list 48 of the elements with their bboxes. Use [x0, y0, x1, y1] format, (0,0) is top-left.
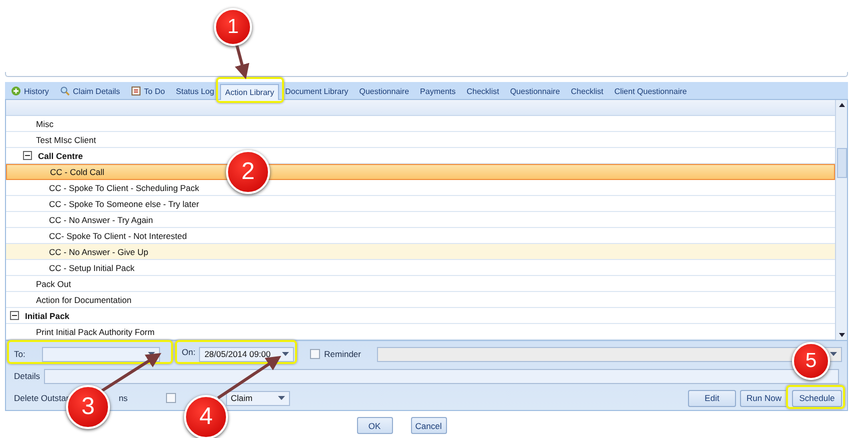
tab[interactable]: Questionnaire	[505, 82, 565, 98]
search-icon	[60, 86, 70, 96]
tree-group-row[interactable]: Initial Pack	[6, 308, 835, 324]
reminder-label: Reminder	[324, 349, 361, 359]
plus-icon	[11, 86, 21, 96]
action-button[interactable]: Run Now	[740, 390, 788, 406]
tab[interactable]: Action Library	[220, 84, 280, 100]
dialog-button[interactable]: OK	[356, 417, 392, 434]
dialog-button[interactable]: Cancel	[410, 417, 446, 434]
tab[interactable]: Payments	[415, 82, 461, 98]
caret-icon	[278, 396, 285, 400]
date-combo[interactable]: 28/05/2014 09:00	[199, 346, 294, 362]
tab[interactable]: Document Library	[280, 82, 354, 98]
list-icon	[131, 86, 142, 96]
on-label: On:	[182, 347, 196, 357]
collapse-icon[interactable]	[10, 311, 19, 320]
tab[interactable]: Questionnaire	[354, 82, 414, 98]
action-button[interactable]: Edit	[688, 390, 736, 406]
caret-icon	[830, 352, 837, 356]
arrow	[217, 356, 282, 400]
action-button[interactable]: Schedule	[792, 390, 842, 406]
caret-icon	[282, 352, 290, 356]
details-label: Details	[14, 371, 40, 381]
tab[interactable]: Claim Details	[54, 82, 126, 98]
highlight-frame	[786, 385, 845, 409]
collapse-icon[interactable]	[23, 151, 32, 160]
reminder-checkbox[interactable]	[310, 349, 320, 359]
scroll-thumb[interactable]	[836, 148, 846, 178]
tree-row[interactable]: CC - No Answer - Give Up	[6, 244, 835, 260]
delete-label: ns	[118, 393, 128, 403]
arrow	[99, 352, 162, 394]
tab[interactable]: To Do	[126, 82, 170, 98]
highlight-frame	[216, 77, 284, 103]
to-label: To:	[14, 349, 26, 359]
to-combo[interactable]	[42, 346, 160, 362]
tab[interactable]: Checklist	[566, 82, 608, 98]
scroll-down-icon[interactable]	[838, 333, 844, 337]
claim-combo[interactable]: Claim	[226, 390, 290, 406]
scroll-up-icon[interactable]	[838, 103, 844, 107]
caret-icon	[148, 352, 155, 356]
scrollbar[interactable]	[835, 100, 847, 340]
tab[interactable]: Status Log	[170, 82, 220, 98]
tab[interactable]: Client Questionnaire	[609, 82, 692, 98]
tab[interactable]: Checklist	[462, 82, 504, 98]
tab[interactable]: History	[6, 82, 54, 98]
details-field[interactable]	[44, 368, 839, 384]
callout-badge: 1	[214, 8, 252, 46]
delete-checkbox[interactable]	[166, 393, 176, 403]
